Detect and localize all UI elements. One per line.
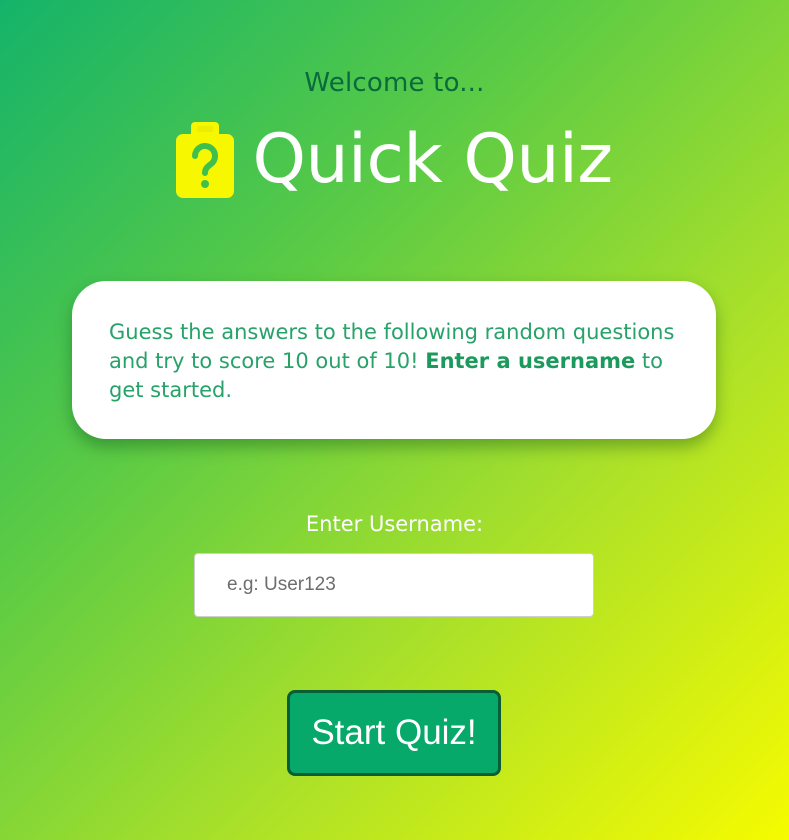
clipboard-question-icon <box>176 122 235 198</box>
intro-text-bold: Enter a username <box>425 349 636 373</box>
app-title: Quick Quiz <box>252 120 613 199</box>
title-row: Quick Quiz <box>0 122 789 198</box>
welcome-heading: Welcome to... <box>304 68 485 98</box>
start-quiz-button[interactable]: Start Quiz! <box>287 690 501 776</box>
intro-text: Guess the answers to the following rando… <box>109 318 680 405</box>
username-input[interactable] <box>194 553 594 617</box>
intro-card: Guess the answers to the following rando… <box>72 281 716 439</box>
username-label: Enter Username: <box>305 512 484 536</box>
